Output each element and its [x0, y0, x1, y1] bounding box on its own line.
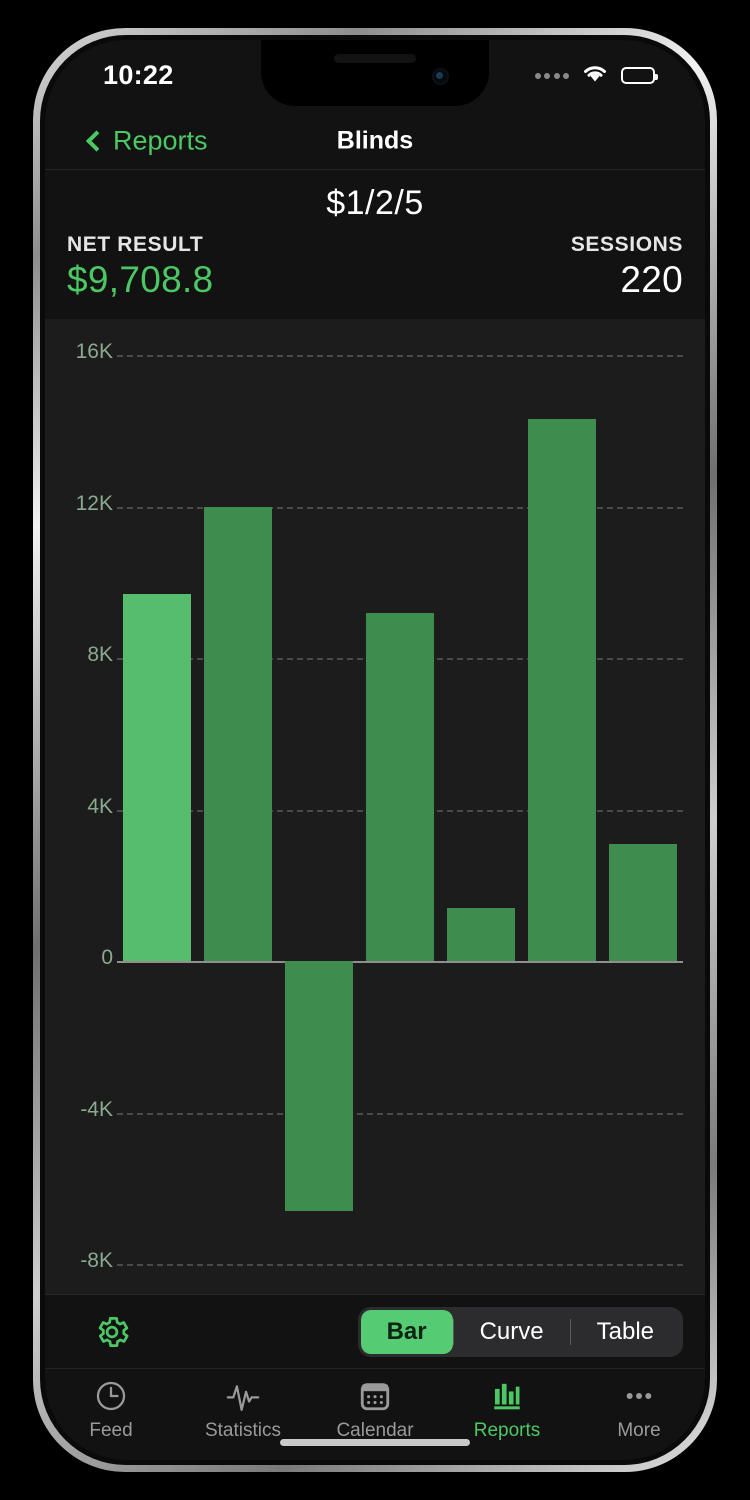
net-result-block: NET RESULT $9,708.8: [67, 233, 213, 301]
gear-icon[interactable]: [93, 1313, 131, 1351]
earpiece-speaker: [334, 54, 416, 63]
sessions-label: SESSIONS: [570, 233, 683, 256]
chart-bar[interactable]: [366, 612, 434, 961]
ellipsis-icon: [622, 1377, 656, 1415]
y-axis-tick-label: 12K: [75, 491, 113, 515]
back-button[interactable]: Reports: [85, 125, 208, 156]
status-indicators: [534, 62, 658, 89]
segment-bar[interactable]: Bar: [360, 1309, 453, 1354]
chart-bar[interactable]: [123, 593, 192, 961]
phone-frame: 10:22 Reports Blinds $1/2/5 NET RESULT $…: [33, 28, 717, 1472]
calendar-icon: [358, 1377, 392, 1415]
tab-label: Feed: [89, 1420, 133, 1441]
y-axis-tick-label: 0: [101, 946, 113, 969]
tab-bar: Feed Statistics Calendar Reports More: [45, 1368, 705, 1460]
y-axis-tick-label: 4K: [87, 794, 113, 818]
page-title: Blinds: [336, 126, 414, 154]
back-button-label: Reports: [113, 125, 208, 155]
sessions-block: SESSIONS 220: [571, 233, 683, 301]
phone-bezel: 10:22 Reports Blinds $1/2/5 NET RESULT $…: [40, 35, 710, 1465]
tab-label: Reports: [473, 1420, 541, 1441]
y-axis-tick-label: -4K: [80, 1097, 113, 1121]
stakes-label: $1/2/5: [326, 184, 424, 222]
bar-chart[interactable]: 16K 12K 8K 4K 0 -4K -8K: [45, 319, 705, 1294]
y-axis-tick-label: 16K: [75, 340, 113, 363]
net-result-value: $9,708.8: [67, 259, 214, 300]
tab-label: More: [617, 1420, 661, 1441]
tab-feed[interactable]: Feed: [45, 1377, 177, 1442]
tab-reports[interactable]: Reports: [441, 1377, 573, 1442]
summary-header: $1/2/5 NET RESULT $9,708.8 SESSIONS 220: [45, 170, 705, 319]
chart-bar[interactable]: [608, 843, 677, 961]
tab-statistics[interactable]: Statistics: [177, 1377, 309, 1442]
chart-bars: [117, 319, 683, 1294]
y-axis-tick-label: -8K: [80, 1249, 113, 1272]
clock-icon: [94, 1377, 128, 1415]
y-axis-tick-label: 8K: [87, 643, 113, 666]
notch: [261, 40, 489, 106]
bar-chart-icon: [490, 1377, 524, 1415]
chart-bar[interactable]: [285, 961, 354, 1211]
nav-bar: Reports Blinds: [45, 112, 705, 170]
chart-bar[interactable]: [446, 907, 515, 961]
signal-dots-icon: [534, 72, 569, 79]
segment-table[interactable]: Table: [571, 1310, 680, 1354]
battery-icon: [621, 67, 658, 84]
tab-label: Statistics: [204, 1420, 282, 1441]
summary-row: NET RESULT $9,708.8 SESSIONS 220: [45, 223, 705, 301]
chart-type-segmented-control[interactable]: Bar Curve Table: [357, 1306, 683, 1357]
home-indicator[interactable]: [280, 1439, 470, 1446]
net-result-label: NET RESULT: [67, 233, 204, 256]
sessions-value: 220: [620, 259, 683, 300]
front-camera: [432, 68, 449, 85]
segment-curve[interactable]: Curve: [454, 1310, 570, 1354]
chart-bar[interactable]: [204, 506, 273, 961]
chevron-left-icon: [85, 129, 108, 152]
chart-bar[interactable]: [527, 419, 596, 961]
pulse-icon: [225, 1377, 261, 1415]
wifi-icon: [580, 62, 610, 89]
status-time: 10:22: [103, 60, 174, 90]
phone-screen: 10:22 Reports Blinds $1/2/5 NET RESULT $…: [45, 40, 705, 1460]
tab-calendar[interactable]: Calendar: [309, 1377, 441, 1442]
chart-controls: Bar Curve Table: [45, 1294, 705, 1368]
tab-more[interactable]: More: [573, 1377, 705, 1442]
